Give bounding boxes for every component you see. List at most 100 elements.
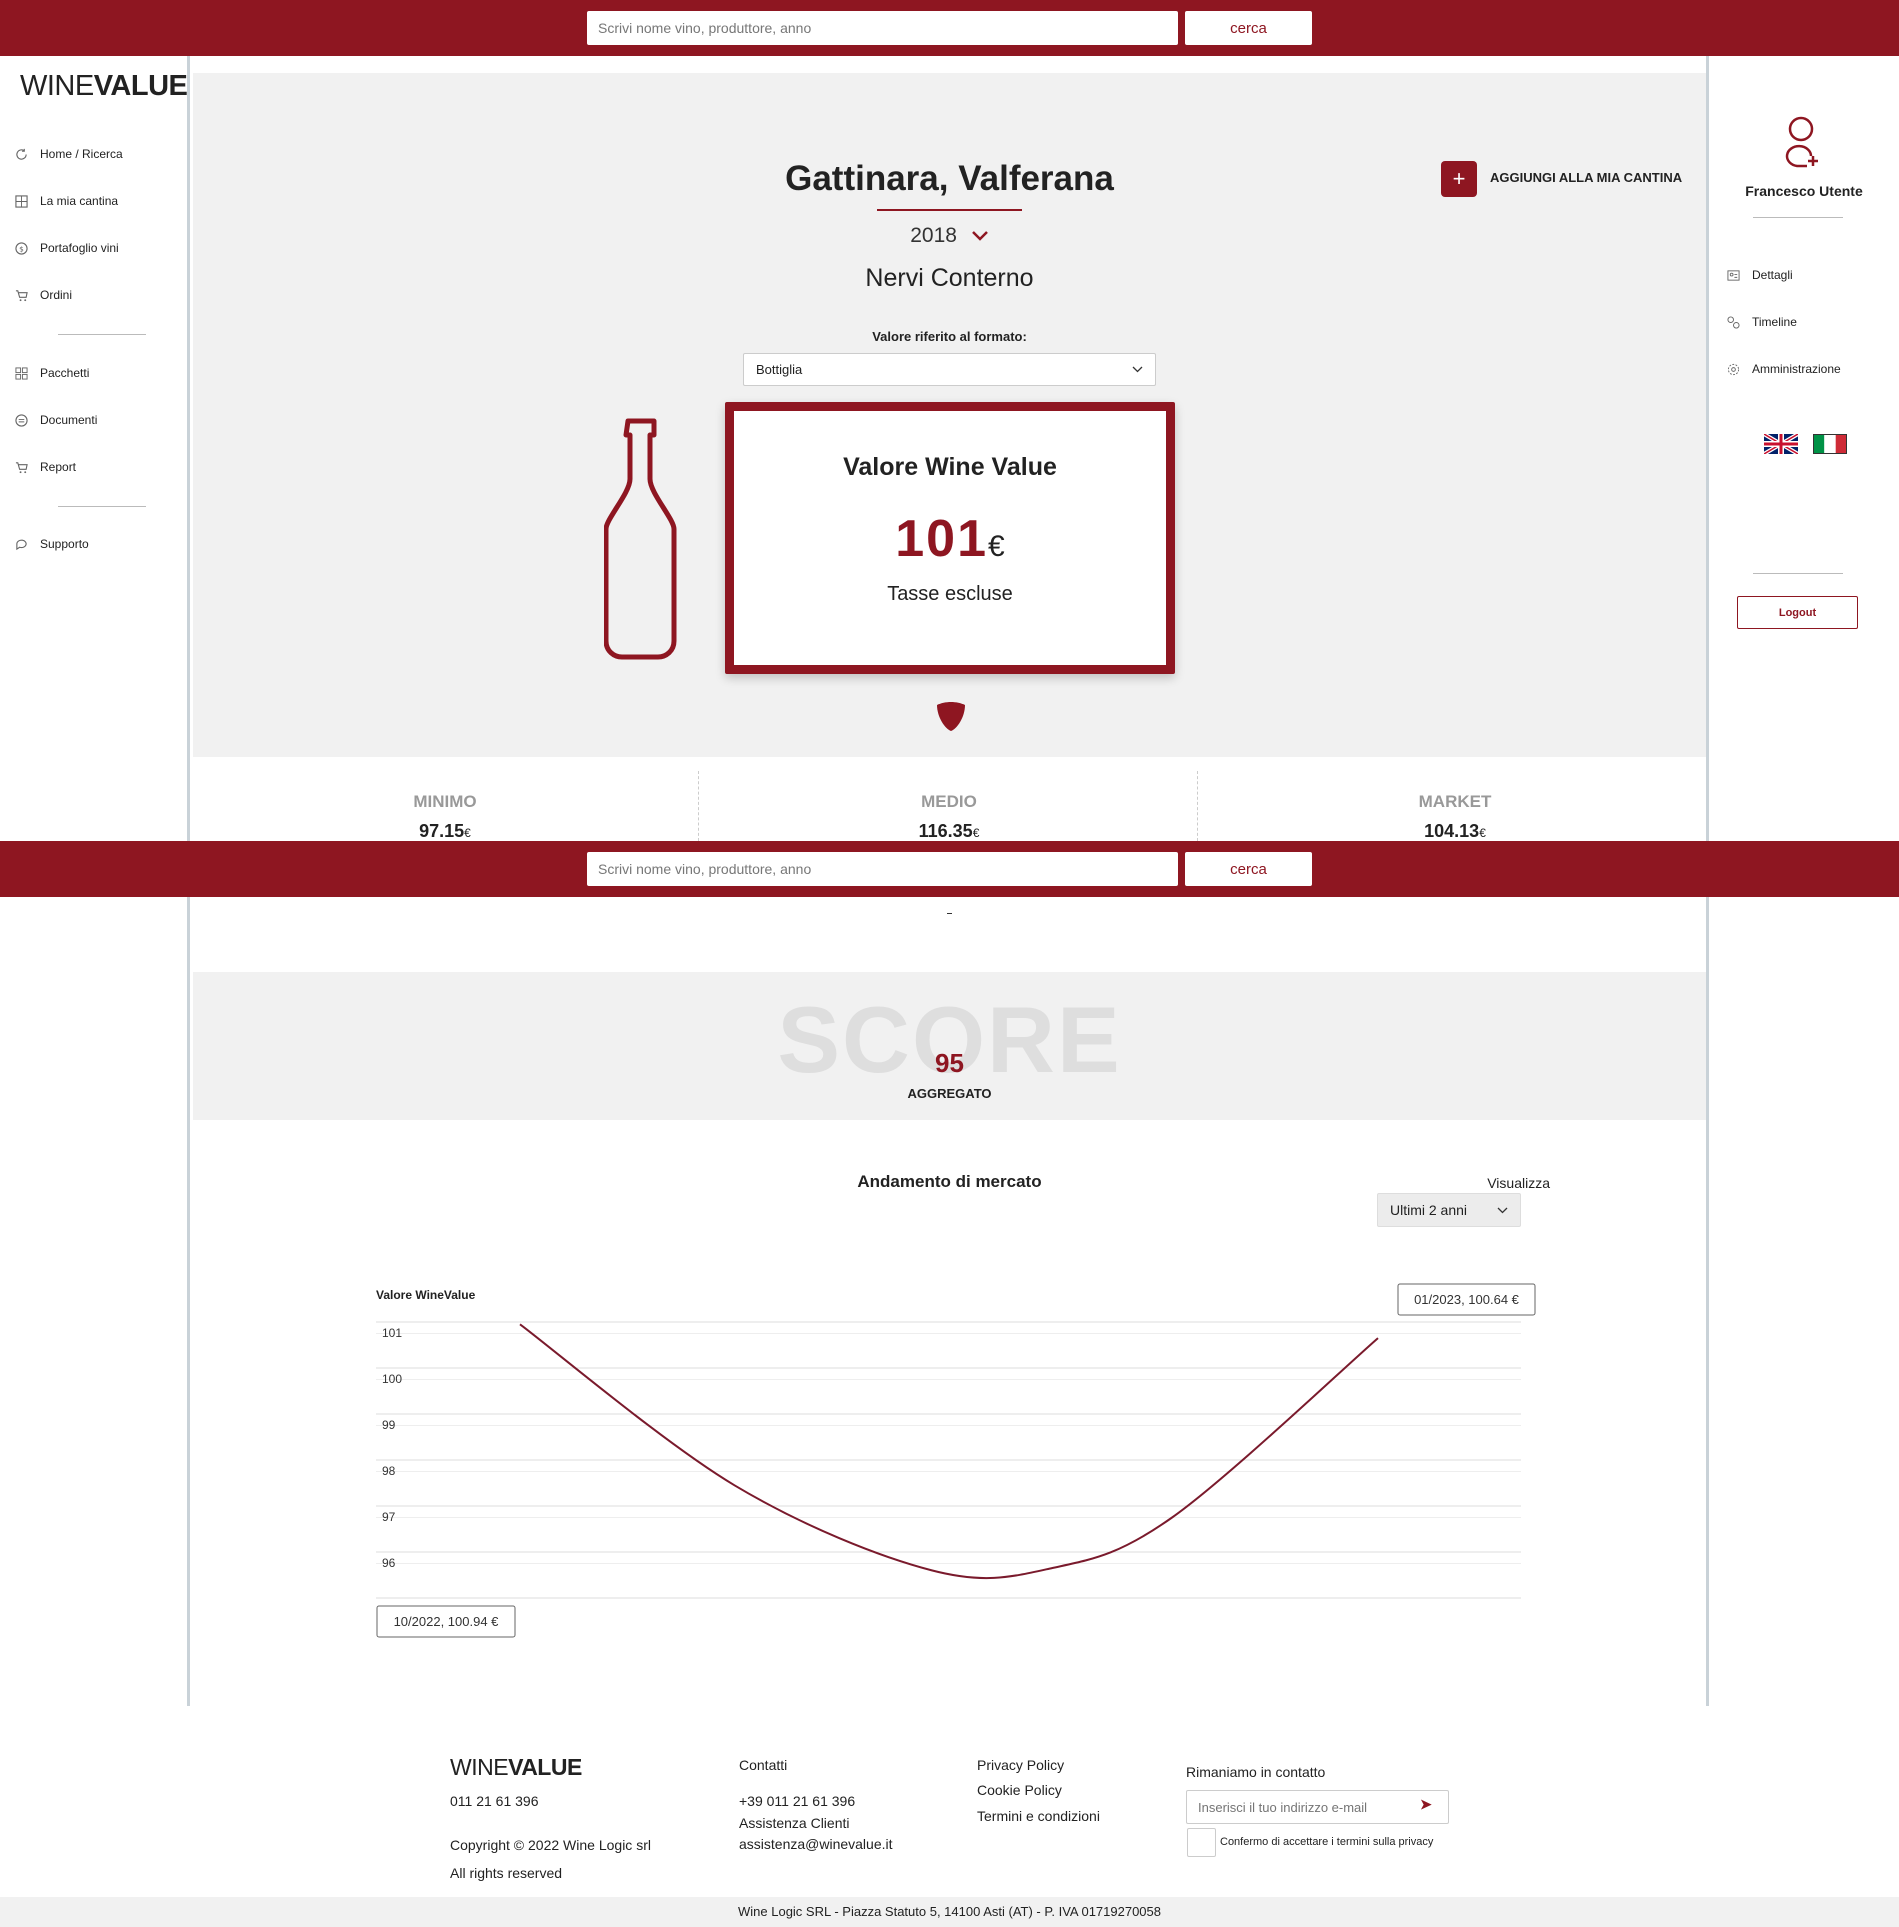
italy-flag-icon[interactable] (1813, 434, 1847, 454)
privacy-policy-link[interactable]: Privacy Policy (977, 1757, 1064, 1773)
stat-label: MINIMO (413, 792, 477, 811)
stat-minimum: MINIMO 97.15€ (193, 757, 697, 841)
id-card-icon (1726, 268, 1740, 282)
sidebar-item-label: Documenti (40, 413, 98, 427)
logout-button[interactable]: Logout (1737, 596, 1858, 629)
footer-phone: 011 21 61 396 (450, 1793, 539, 1809)
search-button[interactable]: cerca (1185, 11, 1312, 45)
chat-icon (14, 537, 28, 551)
stat-label: MEDIO (921, 792, 977, 811)
user-item-timeline[interactable]: Timeline (1726, 315, 1797, 329)
sidebar-item-label: Ordini (40, 288, 73, 302)
y-tick-label: 100 (382, 1372, 402, 1386)
vintage-selector[interactable]: 2018 (193, 224, 1706, 248)
y-tick-label: 98 (382, 1464, 396, 1478)
sidebar-divider (58, 506, 146, 507)
market-chart: Valore WineValue 101 100 99 98 97 96 10/2022, 1… (376, 1283, 1536, 1638)
privacy-checkbox[interactable] (1187, 1828, 1216, 1857)
document-icon (14, 413, 28, 427)
price-stats: MINIMO 97.15€ MEDIO 116.35€ MARKET 104.1… (193, 757, 1706, 841)
user-item-admin[interactable]: Amministrazione (1726, 362, 1841, 376)
producer-name: Nervi Conterno (865, 264, 1034, 292)
score-label: AGGREGATO (907, 1086, 992, 1101)
sidebar-item-label: Supporto (40, 537, 89, 551)
stat-average: MEDIO 116.35€ (697, 757, 1201, 841)
wine-value-amount: 101€ (895, 510, 1005, 568)
title-underline (877, 209, 1022, 211)
company-info-bar: Wine Logic SRL - Piazza Statuto 5, 14100… (0, 1897, 1899, 1927)
user-divider (1753, 573, 1843, 574)
sidebar-item-support[interactable]: Supporto (14, 537, 89, 551)
cart-icon (14, 288, 28, 302)
sidebar-item-label: Portafoglio vini (40, 241, 119, 255)
gear-icon (1726, 362, 1740, 376)
terms-link[interactable]: Termini e condizioni (977, 1808, 1100, 1824)
add-to-cellar-button[interactable]: + (1441, 161, 1477, 197)
timeline-icon (1726, 315, 1740, 329)
section-spacer (193, 897, 1706, 972)
stat-label: MARKET (1418, 792, 1492, 811)
user-add-icon[interactable] (1785, 116, 1821, 168)
bottle-icon (604, 418, 677, 660)
wine-hero: Gattinara, Valferana 2018 Nervi Conterno… (193, 73, 1706, 757)
footer-email-link[interactable]: assistenza@winevalue.it (739, 1836, 893, 1852)
add-to-cellar-label[interactable]: AGGIUNGI ALLA MIA CANTINA (1490, 170, 1682, 185)
y-tick-label: 101 (382, 1326, 402, 1340)
top-search-bar-sticky: cerca (0, 841, 1899, 897)
stat-separator (1197, 771, 1198, 841)
sidebar-item-cellar[interactable]: La mia cantina (14, 194, 118, 208)
sidebar-item-label: Home / Ricerca (40, 147, 123, 161)
svg-text:$: $ (19, 244, 24, 253)
stat-value: 97.15€ (419, 821, 471, 841)
chevron-down-icon (971, 231, 988, 241)
chevron-down-icon (1132, 366, 1143, 373)
privacy-note: Confermo di accettare i termini sulla pr… (1220, 1836, 1434, 1848)
stat-market: MARKET 104.13€ (1203, 757, 1706, 841)
sidebar-item-home[interactable]: Home / Ricerca (14, 147, 123, 161)
search-input[interactable] (587, 852, 1178, 886)
plus-icon: + (1452, 166, 1466, 191)
newsletter-email-input[interactable] (1186, 1790, 1449, 1824)
y-tick-label: 97 (382, 1510, 396, 1524)
user-item-label: Amministrazione (1752, 362, 1841, 376)
dollar-icon: $ (14, 241, 28, 255)
send-arrow-icon[interactable]: ➤ (1420, 1796, 1432, 1813)
footer: WINEVALUE 011 21 61 396 Copyright © 2022… (0, 1706, 1899, 1897)
sidebar-item-portfolio[interactable]: $ Portafoglio vini (14, 241, 119, 255)
wine-value-card: Valore Wine Value 101€ Tasse escluse (725, 402, 1175, 674)
search-input[interactable] (587, 11, 1178, 45)
cookie-policy-link[interactable]: Cookie Policy (977, 1782, 1062, 1798)
cellar-icon (14, 194, 28, 208)
format-select[interactable]: Bottiglia (743, 353, 1156, 386)
vintage-year: 2018 (910, 224, 957, 247)
market-section: Andamento di mercato Visualizza Ultimi 2… (193, 1120, 1706, 1706)
y-tick-label: 99 (382, 1418, 396, 1432)
stat-value: 116.35€ (918, 821, 980, 841)
sidebar-divider (58, 334, 146, 335)
sidebar-item-report[interactable]: Report (14, 460, 76, 474)
sidebar-item-documents[interactable]: Documenti (14, 413, 97, 427)
drop-icon (937, 702, 965, 731)
wine-value-title: Valore Wine Value (843, 453, 1057, 481)
user-divider (1753, 217, 1843, 218)
user-item-label: Timeline (1752, 315, 1797, 329)
sidebar-item-orders[interactable]: Ordini (14, 288, 72, 302)
sidebar-item-label: La mia cantina (40, 194, 119, 208)
tooltip-label: 01/2023, 100.64 € (1414, 1292, 1520, 1307)
footer-assistance: Assistenza Clienti (739, 1815, 850, 1831)
grid-icon (14, 366, 28, 380)
search-button[interactable]: cerca (1185, 852, 1312, 886)
user-item-label: Dettagli (1752, 268, 1793, 282)
user-item-details[interactable]: Dettagli (1726, 268, 1793, 282)
footer-contacts-phone: +39 011 21 61 396 (739, 1793, 856, 1809)
sidebar-item-packages[interactable]: Pacchetti (14, 366, 89, 380)
user-name: Francesco Utente (1745, 183, 1863, 199)
footer-logo: WINEVALUE (450, 1754, 582, 1780)
newsletter-title: Rimaniamo in contatto (1186, 1764, 1326, 1780)
logo[interactable]: WINEVALUE (20, 70, 188, 103)
y-axis-label: Valore WineValue (376, 1288, 476, 1302)
footer-rights: All rights reserved (450, 1865, 563, 1881)
uk-flag-icon[interactable] (1764, 434, 1798, 454)
sidebar-item-label: Report (40, 460, 77, 474)
sidebar-item-label: Pacchetti (40, 366, 90, 380)
